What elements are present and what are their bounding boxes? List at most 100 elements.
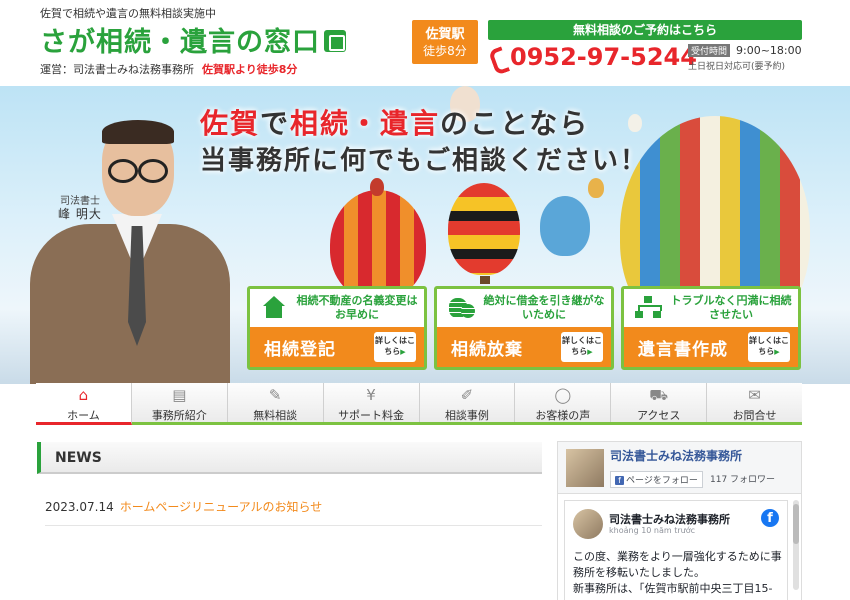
card-top: トラブルなく円満に相続させたい bbox=[624, 289, 798, 327]
details-button[interactable]: 詳しくはこちら bbox=[561, 332, 603, 362]
nav-item-home[interactable]: ⌂ ホーム bbox=[36, 383, 132, 425]
headline-particle: で bbox=[260, 107, 291, 140]
house-icon bbox=[260, 296, 288, 320]
card-bottom: 相続放棄 詳しくはこちら bbox=[437, 327, 611, 367]
coins-icon bbox=[447, 296, 475, 320]
nav-item-cases[interactable]: ✐ 相談事例 bbox=[420, 383, 516, 422]
fb-page-thumbnail[interactable] bbox=[566, 449, 604, 487]
attorney-photo bbox=[30, 114, 230, 384]
card-label: 相続登記 bbox=[264, 339, 336, 360]
station-text: 佐賀駅 bbox=[202, 63, 235, 76]
operator-line: 運営：司法書士みね法務事務所 佐賀駅より徒歩8分 bbox=[40, 61, 297, 77]
service-card-registration[interactable]: 相続不動産の名義変更はお早めに 相続登記 詳しくはこちら bbox=[247, 286, 427, 370]
site-header: 佐賀で相続や遺言の無料相談実施中 さが相続・遺言の窓口 運営：司法書士みね法務事… bbox=[0, 0, 850, 86]
card-description: 絶対に借金を引き継がないために bbox=[483, 294, 605, 321]
pen-icon: ✐ bbox=[460, 386, 474, 404]
car-icon: ⛟ bbox=[649, 386, 669, 404]
nav-item-testimonials[interactable]: ◯ お客様の声 bbox=[515, 383, 612, 422]
hero-banner: 佐賀で相続・遺言のことなら 当事務所に何でもご相談ください！ 司法書士 峰 明大… bbox=[0, 86, 850, 384]
page: 佐賀で相続や遺言の無料相談実施中 さが相続・遺言の窓口 運営：司法書士みね法務事… bbox=[0, 0, 850, 600]
nav-label: お客様の声 bbox=[535, 409, 591, 422]
window-icon bbox=[324, 29, 346, 52]
walk-text: より徒歩8分 bbox=[235, 63, 298, 76]
fb-page-header: 司法書士みね法務事務所 f ページをフォロー 117 フォロワー bbox=[558, 442, 801, 494]
hero-subheadline: 当事務所に何でもご相談ください！ bbox=[200, 146, 649, 176]
card-label: 遺言書作成 bbox=[638, 339, 728, 360]
tree-icon bbox=[634, 296, 662, 320]
news-title-link[interactable]: ホームページリニューアルのお知らせ bbox=[120, 500, 323, 514]
details-button[interactable]: 詳しくはこちら bbox=[374, 332, 416, 362]
station-badge: 佐賀駅 徒歩8分 bbox=[412, 20, 478, 64]
hero-headline: 佐賀で相続・遺言のことなら bbox=[200, 102, 589, 142]
card-top: 絶対に借金を引き継がないために bbox=[437, 289, 611, 327]
nav-item-consultation[interactable]: ✎ 無料相談 bbox=[228, 383, 324, 422]
card-bottom: 遺言書作成 詳しくはこちら bbox=[624, 327, 798, 367]
news-item[interactable]: 2023.07.14 ホームページリニューアルのお知らせ bbox=[45, 498, 542, 526]
operator-name: 運営：司法書士みね法務事務所 bbox=[40, 63, 194, 76]
fb-page-name[interactable]: 司法書士みね法務事務所 bbox=[610, 447, 742, 464]
card-label: 相続放棄 bbox=[451, 339, 523, 360]
tagline: 佐賀で相続や遺言の無料相談実施中 bbox=[40, 7, 216, 20]
home-icon: ⌂ bbox=[78, 386, 89, 404]
fb-post-time[interactable]: khoảng 10 năm trước bbox=[609, 526, 695, 535]
facebook-widget: 司法書士みね法務事務所 f ページをフォロー 117 フォロワー 司法書士みね法務… bbox=[557, 441, 802, 600]
nav-label: 事務所紹介 bbox=[151, 409, 207, 422]
balloon-basket bbox=[480, 276, 490, 284]
details-button[interactable]: 詳しくはこちら bbox=[748, 332, 790, 362]
fb-post-author[interactable]: 司法書士みね法務事務所 bbox=[609, 511, 730, 527]
card-description: トラブルなく円満に相続させたい bbox=[670, 294, 792, 321]
hours-time: 9:00~18:00 bbox=[736, 44, 802, 57]
news-heading: NEWS bbox=[37, 442, 542, 474]
card-description: 相続不動産の名義変更はお早めに bbox=[296, 294, 418, 321]
fb-post-text: この度、業務をより一層強化するために事務所を移転いたしました。 新事務所は、「佐… bbox=[573, 549, 783, 597]
avatar[interactable] bbox=[573, 509, 603, 539]
nav-label: ホーム bbox=[67, 409, 100, 422]
nav-label: 無料相談 bbox=[253, 409, 298, 422]
document-icon: ✎ bbox=[268, 386, 282, 404]
site-logo[interactable]: さが相続・遺言の窓口 bbox=[40, 20, 346, 59]
phone-number: 0952-97-5244 bbox=[510, 43, 697, 71]
news-date: 2023.07.14 bbox=[45, 500, 114, 514]
headline-topic: 相続・遺言 bbox=[290, 107, 441, 140]
hours-note: 土日祝日対応可(要予約) bbox=[688, 62, 786, 72]
fb-post: 司法書士みね法務事務所 khoảng 10 năm trước f この度、業務… bbox=[564, 500, 788, 600]
fb-post-paragraph: 新事務所は、「佐賀市駅前中央三丁目15- bbox=[573, 582, 773, 595]
nav-item-contact[interactable]: ✉ お問合せ bbox=[707, 383, 802, 422]
balloon-image bbox=[540, 196, 590, 256]
nav-item-pricing[interactable]: ¥ サポート料金 bbox=[324, 383, 420, 422]
attorney-hair bbox=[102, 120, 174, 144]
phone-icon bbox=[490, 46, 506, 68]
attorney-name: 峰 明大 bbox=[58, 207, 102, 221]
card-bottom: 相続登記 詳しくはこちら bbox=[250, 327, 424, 367]
nav-label: 相談事例 bbox=[444, 409, 489, 422]
attorney-glasses bbox=[106, 159, 170, 183]
fb-follow-button[interactable]: f ページをフォロー bbox=[610, 471, 703, 488]
business-hours: 受付時間 9:00~18:00 土日祝日対応可(要予約) bbox=[688, 44, 802, 72]
fb-follow-label: ページをフォロー bbox=[626, 476, 698, 486]
facebook-logo-icon[interactable]: f bbox=[761, 509, 779, 527]
service-card-renunciation[interactable]: 絶対に借金を引き継がないために 相続放棄 詳しくはこちら bbox=[434, 286, 614, 370]
balloon-image bbox=[588, 178, 604, 198]
card-top: 相続不動産の名義変更はお早めに bbox=[250, 289, 424, 327]
fb-post-paragraph: この度、業務をより一層強化するために事務所を移転いたしました。 bbox=[573, 550, 782, 579]
nav-item-office[interactable]: ▤ 事務所紹介 bbox=[132, 383, 228, 422]
hours-tag: 受付時間 bbox=[688, 44, 731, 57]
mail-icon: ✉ bbox=[748, 386, 761, 404]
office-icon: ▤ bbox=[172, 386, 187, 404]
fb-follower-count: 117 フォロワー bbox=[710, 475, 776, 485]
station-badge-station: 佐賀駅 bbox=[425, 27, 465, 42]
nav-label: お問合せ bbox=[732, 409, 777, 422]
service-card-will[interactable]: トラブルなく円満に相続させたい 遺言書作成 詳しくはこちら bbox=[621, 286, 801, 370]
nav-label: アクセス bbox=[636, 409, 681, 422]
reserve-banner[interactable]: 無料相談のご予約はこちら bbox=[488, 20, 802, 40]
balloon-image bbox=[628, 114, 642, 132]
nav-item-access[interactable]: ⛟ アクセス bbox=[611, 383, 708, 422]
phone-number-link[interactable]: 0952-97-5244 bbox=[490, 43, 697, 71]
speech-icon: ◯ bbox=[554, 386, 572, 404]
logo-text: さが相続・遺言の窓口 bbox=[40, 27, 320, 58]
station-badge-walk: 徒歩8分 bbox=[423, 44, 467, 58]
facebook-icon: f bbox=[615, 476, 624, 485]
nav-label: サポート料金 bbox=[338, 409, 405, 422]
headline-ending: のことなら bbox=[440, 107, 590, 140]
fb-scrollbar[interactable] bbox=[793, 500, 799, 590]
